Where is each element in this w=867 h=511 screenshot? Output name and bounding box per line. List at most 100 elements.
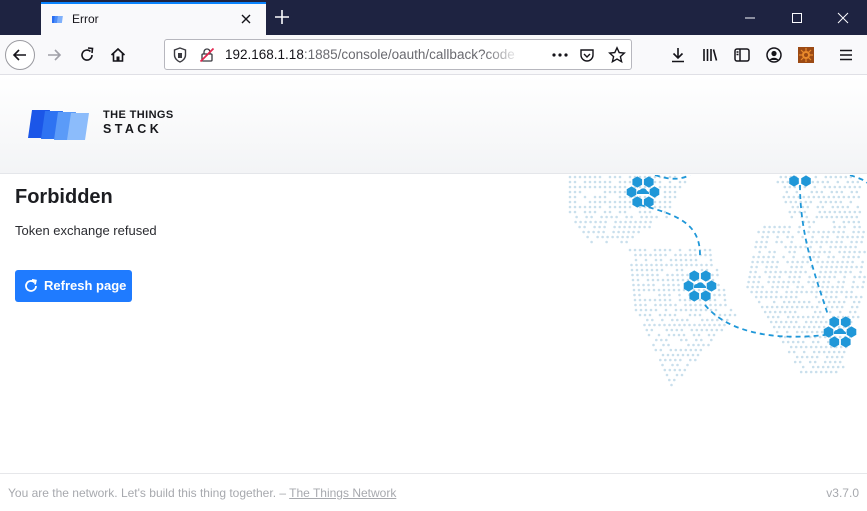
maximize-button[interactable] — [774, 0, 820, 35]
map-dot — [640, 263, 643, 267]
map-dot — [842, 230, 845, 234]
map-dot — [578, 175, 582, 179]
downloads-button[interactable] — [663, 40, 693, 70]
map-dot — [573, 190, 577, 194]
map-dot — [786, 315, 790, 319]
map-dot — [585, 215, 588, 219]
map-dot — [623, 180, 627, 184]
sidebar-button[interactable] — [727, 40, 757, 70]
map-dot — [608, 185, 612, 189]
url-bar[interactable]: 192.168.1.18:1885/console/oauth/callback… — [164, 39, 632, 70]
map-dot — [755, 265, 758, 269]
map-dot — [823, 250, 826, 254]
map-dot — [819, 270, 822, 274]
library-button[interactable] — [695, 40, 725, 70]
map-dot — [628, 175, 632, 179]
map-dot — [859, 295, 863, 299]
more-dots-icon[interactable] — [551, 47, 569, 63]
the-things-network-link[interactable]: The Things Network — [289, 486, 396, 500]
home-button[interactable] — [103, 40, 133, 70]
map-dot — [796, 340, 800, 344]
map-dot — [789, 245, 792, 249]
map-dot — [613, 205, 617, 209]
refresh-page-button[interactable]: Refresh page — [15, 270, 132, 302]
map-dot — [747, 280, 750, 284]
map-dot — [705, 328, 709, 332]
back-button[interactable] — [5, 40, 35, 70]
map-dot — [588, 175, 592, 179]
account-button[interactable] — [759, 40, 789, 70]
close-tab-icon[interactable] — [237, 10, 255, 28]
map-dot — [573, 205, 577, 209]
map-dot — [613, 225, 616, 229]
map-dot — [568, 180, 572, 184]
map-dot — [700, 328, 704, 332]
map-dot — [665, 338, 668, 342]
map-dot — [765, 305, 769, 309]
map-dot — [583, 210, 587, 214]
new-tab-icon[interactable] — [271, 6, 293, 28]
map-dot — [654, 348, 658, 352]
map-dot — [593, 210, 597, 214]
map-dot — [644, 303, 647, 307]
map-dot — [657, 333, 661, 337]
map-dot — [669, 348, 673, 352]
map-dot — [774, 270, 777, 274]
extension-button[interactable] — [791, 40, 821, 70]
map-dot — [835, 305, 839, 309]
minimize-button[interactable] — [727, 0, 773, 35]
map-dot — [685, 263, 688, 267]
map-dot — [618, 225, 621, 229]
map-dot — [690, 263, 693, 267]
map-dot — [713, 323, 716, 327]
refresh-page-label: Refresh page — [44, 278, 127, 293]
menu-button[interactable] — [831, 40, 861, 70]
map-dot — [852, 300, 856, 304]
map-dot — [756, 285, 759, 289]
map-dot — [789, 320, 793, 324]
map-dot — [628, 200, 632, 204]
star-icon[interactable] — [608, 46, 626, 64]
map-dot — [797, 325, 801, 329]
map-dot — [851, 180, 855, 184]
map-dot — [647, 288, 651, 292]
map-dot — [793, 210, 797, 214]
map-dot — [835, 215, 839, 219]
map-dot — [568, 210, 572, 214]
map-dot — [819, 200, 823, 204]
map-dot — [791, 340, 795, 344]
map-dot — [821, 365, 825, 369]
map-dot — [648, 298, 652, 302]
forward-button[interactable] — [39, 40, 69, 70]
map-dot — [673, 368, 677, 372]
map-dot — [680, 328, 684, 332]
map-dot — [782, 255, 785, 259]
map-dot — [671, 278, 675, 282]
map-dot — [707, 343, 710, 347]
close-window-button[interactable] — [820, 0, 866, 35]
map-dot — [639, 253, 642, 257]
pocket-icon[interactable] — [579, 47, 595, 63]
map-dot — [844, 270, 847, 274]
map-dot — [678, 368, 682, 372]
map-dot — [623, 190, 627, 194]
map-dot — [794, 200, 798, 204]
browser-tab-active[interactable]: Error — [41, 2, 266, 35]
map-dot — [782, 195, 786, 199]
map-dot — [668, 378, 671, 382]
map-dot — [801, 260, 804, 264]
reload-button[interactable] — [72, 40, 102, 70]
map-dot — [794, 320, 798, 324]
url-text[interactable]: 192.168.1.18:1885/console/oauth/callback… — [225, 47, 515, 62]
map-dot — [807, 300, 811, 304]
map-dot — [832, 195, 836, 199]
map-dot — [855, 215, 859, 219]
map-dot — [618, 180, 622, 184]
map-dot — [688, 248, 692, 252]
tracking-shield-icon[interactable] — [173, 47, 187, 63]
map-dot — [824, 270, 827, 274]
map-dot — [818, 250, 821, 254]
map-dot — [835, 265, 838, 269]
map-dot — [584, 220, 587, 224]
insecure-lock-icon[interactable] — [199, 47, 215, 63]
